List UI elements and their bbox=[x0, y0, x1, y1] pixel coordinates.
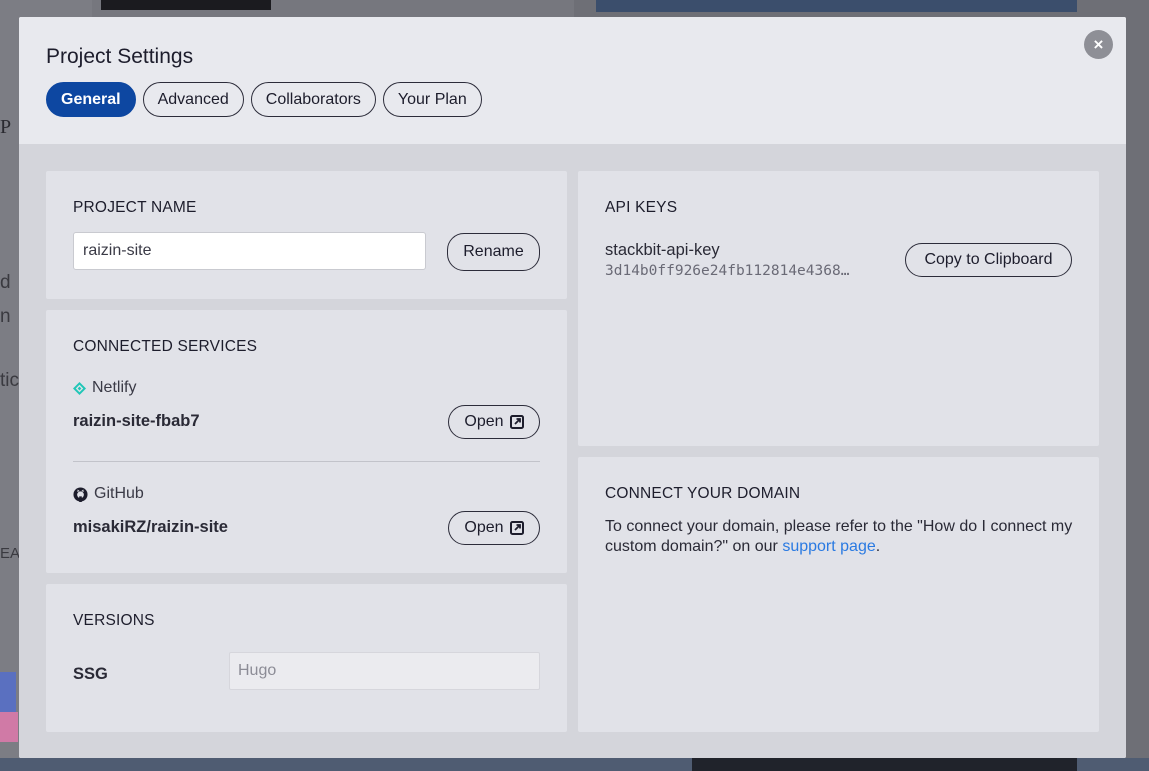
netlify-site-name: raizin-site-fbab7 bbox=[73, 412, 200, 430]
project-name-input[interactable] bbox=[73, 232, 426, 270]
background-text-fragment: P bbox=[0, 116, 12, 138]
api-key-name: stackbit-api-key bbox=[605, 241, 720, 259]
background-thumbnail bbox=[101, 0, 271, 10]
project-name-heading: PROJECT NAME bbox=[73, 199, 197, 216]
background-text-fragment: EA bbox=[0, 545, 21, 562]
background-footer-image bbox=[692, 758, 1077, 771]
close-button[interactable]: × bbox=[1084, 30, 1113, 59]
external-link-icon bbox=[509, 415, 524, 429]
open-button-label: Open bbox=[464, 519, 504, 536]
background-image-fragment bbox=[0, 712, 18, 742]
netlify-service-label: Netlify bbox=[73, 379, 136, 397]
settings-tabs: General Advanced Collaborators Your Plan bbox=[46, 82, 482, 117]
support-page-link[interactable]: support page bbox=[782, 538, 875, 555]
tab-collaborators[interactable]: Collaborators bbox=[250, 82, 376, 117]
project-name-card: PROJECT NAME Rename bbox=[46, 171, 567, 299]
github-repo-name: misakiRZ/raizin-site bbox=[73, 518, 228, 536]
connect-domain-card: CONNECT YOUR DOMAIN To connect your doma… bbox=[578, 457, 1099, 732]
project-settings-modal: Project Settings × General Advanced Coll… bbox=[19, 17, 1126, 758]
rename-button[interactable]: Rename bbox=[447, 233, 540, 271]
tab-advanced[interactable]: Advanced bbox=[142, 82, 244, 117]
versions-card: VERSIONS SSG Hugo bbox=[46, 584, 567, 732]
services-divider bbox=[73, 461, 540, 462]
modal-body: PROJECT NAME Rename CONNECTED SERVICES N… bbox=[19, 144, 1126, 758]
netlify-provider-name: Netlify bbox=[92, 379, 137, 396]
github-open-button[interactable]: Open bbox=[448, 511, 540, 545]
connect-domain-description: To connect your domain, please refer to … bbox=[605, 517, 1075, 557]
github-icon bbox=[73, 486, 88, 502]
background-panel-right bbox=[596, 0, 1077, 12]
close-icon: × bbox=[1093, 35, 1104, 54]
github-provider-name: GitHub bbox=[94, 485, 144, 502]
connect-domain-heading: CONNECT YOUR DOMAIN bbox=[605, 485, 801, 502]
external-link-icon bbox=[509, 521, 524, 535]
connected-services-heading: CONNECTED SERVICES bbox=[73, 338, 258, 355]
background-image-fragment bbox=[0, 672, 16, 712]
connected-services-card: CONNECTED SERVICES Netlify raizin-site-f… bbox=[46, 310, 567, 573]
background-text-fragment: tic bbox=[0, 370, 19, 391]
api-keys-card: API KEYS stackbit-api-key 3d14b0ff926e24… bbox=[578, 171, 1099, 446]
domain-text-after: . bbox=[875, 538, 881, 555]
netlify-open-button[interactable]: Open bbox=[448, 405, 540, 439]
netlify-icon bbox=[73, 381, 86, 395]
modal-title: Project Settings bbox=[46, 45, 194, 68]
background-text-fragment: d bbox=[0, 272, 11, 293]
open-button-label: Open bbox=[464, 413, 504, 430]
background-text-fragment: n bbox=[0, 306, 11, 327]
tab-general[interactable]: General bbox=[46, 82, 136, 117]
ssg-field: Hugo bbox=[229, 652, 540, 690]
api-key-value: 3d14b0ff926e24fb112814e4368… bbox=[605, 263, 850, 279]
github-service-label: GitHub bbox=[73, 485, 144, 503]
versions-heading: VERSIONS bbox=[73, 612, 155, 629]
ssg-label: SSG bbox=[73, 665, 108, 683]
modal-header: Project Settings × General Advanced Coll… bbox=[19, 17, 1126, 144]
api-keys-heading: API KEYS bbox=[605, 199, 678, 216]
tab-your-plan[interactable]: Your Plan bbox=[382, 82, 482, 117]
copy-to-clipboard-button[interactable]: Copy to Clipboard bbox=[905, 243, 1072, 277]
